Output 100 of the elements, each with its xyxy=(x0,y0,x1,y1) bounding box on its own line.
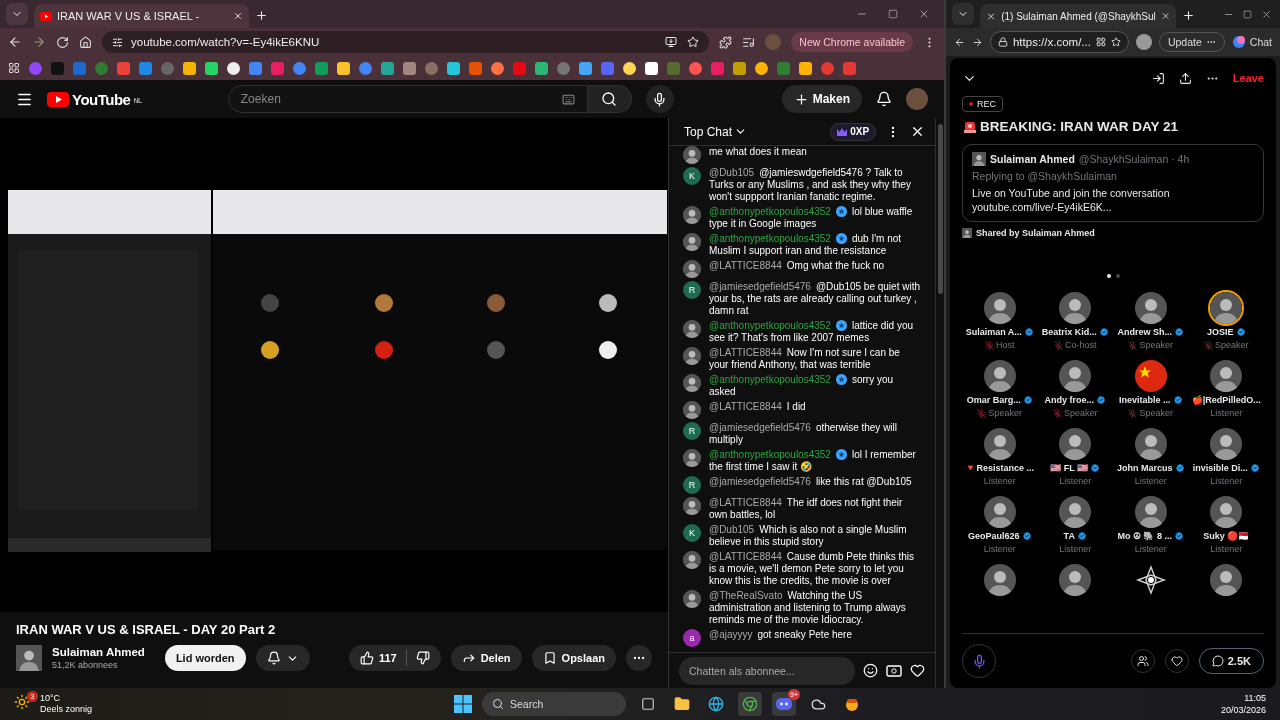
save-button[interactable]: Opslaan xyxy=(531,645,616,671)
chat-author[interactable]: @jamiesedgefield5476 xyxy=(709,475,811,487)
chat-author[interactable]: @anthonypetkopoulos4352 xyxy=(709,205,831,217)
avatar-ring[interactable] xyxy=(1059,496,1092,528)
avatar-ring[interactable] xyxy=(983,428,1016,460)
voice-search-button[interactable] xyxy=(645,85,674,113)
chat-author[interactable]: @LATTICE8844 xyxy=(709,400,782,412)
avatar-ring[interactable] xyxy=(1059,428,1092,460)
heart-icon[interactable] xyxy=(910,663,926,678)
people-button[interactable] xyxy=(1130,649,1155,673)
avatar-ring[interactable] xyxy=(1210,292,1243,324)
chat-message[interactable]: @LATTICE8844 Omg what the fuck no xyxy=(709,259,885,278)
chat-message[interactable]: @TheRealSvato Watching the US administration and listening to Trump always reminds me of the movie Idiocracy. xyxy=(709,589,922,626)
forward-icon[interactable] xyxy=(32,35,46,49)
reload-icon[interactable] xyxy=(56,35,69,49)
extensions-icon[interactable] xyxy=(719,35,733,49)
avatar-frame[interactable] xyxy=(1210,564,1243,596)
profile-avatar[interactable] xyxy=(1135,34,1152,50)
bookmark-icon[interactable] xyxy=(183,61,196,75)
chat-input[interactable]: Chatten als abonnee... xyxy=(679,656,856,685)
avatar-ring[interactable] xyxy=(1210,496,1243,528)
chat-mode-dropdown[interactable]: Top Chat xyxy=(684,124,748,139)
chat-message[interactable]: @LATTICE8844 The idf does not fight their own battles, lol xyxy=(709,496,922,521)
avatar-frame[interactable] xyxy=(1134,564,1167,596)
new-tab-icon[interactable] xyxy=(1182,9,1195,22)
chat-message[interactable]: @jamiesedgefield5476 like this rat @Dub105 xyxy=(709,475,912,494)
chat-author[interactable]: @LATTICE8844 xyxy=(709,259,782,271)
avatar-ring[interactable] xyxy=(1134,428,1167,460)
maximize-icon[interactable] xyxy=(888,9,898,19)
reaction-button[interactable] xyxy=(1164,649,1189,673)
avatar-ring[interactable] xyxy=(1059,360,1092,392)
chat-message[interactable]: @anthonypetkopoulos4352 lattice did you see it? That's from like 2007 memes xyxy=(709,319,922,344)
bookmark-icon[interactable] xyxy=(645,61,658,75)
bookmark-icon[interactable] xyxy=(733,61,746,75)
chat-author[interactable]: @LATTICE8844 xyxy=(709,346,782,358)
apps-icon[interactable] xyxy=(8,62,20,74)
chat-author[interactable]: @anthonypetkopoulos4352 xyxy=(709,373,831,385)
super-chat-icon[interactable] xyxy=(886,664,903,677)
scrollbar-thumb[interactable] xyxy=(937,124,943,294)
chat-message[interactable]: @ajayyyy got sneaky Pete here xyxy=(709,628,852,647)
new-tab-icon[interactable] xyxy=(255,9,268,22)
notification-button[interactable] xyxy=(255,645,310,671)
taskbar-search[interactable]: Search xyxy=(482,692,626,716)
chat-author[interactable]: @TheRealSvato xyxy=(709,589,783,601)
share-button[interactable]: Delen xyxy=(450,645,522,671)
copilot-chat-button[interactable]: Chat xyxy=(1231,32,1272,52)
join-button[interactable]: Lid worden xyxy=(164,645,246,671)
chat-author[interactable]: @anthonypetkopoulos4352 xyxy=(709,232,831,244)
like-button[interactable]: 117 xyxy=(348,645,441,671)
chat-message[interactable]: @LATTICE8844 Cause dumb Pete thinks this is a movie, we'll demon Pete sorry to let you know this is the credits, the movie is over xyxy=(709,550,922,587)
close-icon[interactable] xyxy=(233,11,243,21)
avatar-ring[interactable] xyxy=(983,496,1016,528)
favorite-icon[interactable] xyxy=(1110,37,1121,47)
address-bar[interactable]: https://x.com/... xyxy=(989,31,1129,53)
bookmark-star-icon[interactable] xyxy=(687,36,700,48)
xp-badge[interactable]: 0XP xyxy=(830,122,877,141)
minimize-space-icon[interactable] xyxy=(1151,71,1165,85)
browser-tab[interactable]: IRAN WAR V US & ISRAEL - xyxy=(34,4,249,28)
bookmark-icon[interactable] xyxy=(337,61,350,75)
browser-tab[interactable]: (1) Sulaiman Ahmed (@ShaykhSul xyxy=(980,4,1176,28)
avatar-ring[interactable] xyxy=(1134,360,1167,392)
channel-avatar[interactable] xyxy=(16,645,42,671)
install-icon[interactable] xyxy=(665,36,678,48)
avatar-frame[interactable] xyxy=(1059,564,1092,596)
bookmark-icon[interactable] xyxy=(227,61,240,75)
bookmark-icon[interactable] xyxy=(205,61,218,75)
chat-author[interactable]: @anthonypetkopoulos4352 xyxy=(709,448,831,460)
share-icon[interactable] xyxy=(1178,71,1192,85)
update-chrome-button[interactable]: New Chrome available xyxy=(791,32,913,52)
page-dot[interactable] xyxy=(1115,274,1120,278)
emoji-icon[interactable] xyxy=(863,663,879,678)
quoted-post[interactable]: Sulaiman Ahmed @ShaykhSulaiman · 4h Replying to @ShaykhSulaiman Live on YouTube and join the conversation youtube.com/live/-Ey4ikE6K... xyxy=(962,144,1264,222)
chat-message[interactable]: @anthonypetkopoulos4352 sorry you asked xyxy=(709,373,922,398)
start-icon[interactable] xyxy=(454,695,472,713)
avatar-ring[interactable] xyxy=(1210,428,1243,460)
chat-author[interactable]: @Dub105 xyxy=(709,166,755,178)
chat-author[interactable]: @Dub105 xyxy=(709,523,755,535)
chat-message[interactable]: me what does it mean xyxy=(709,146,807,164)
tab-list-button[interactable] xyxy=(6,3,28,25)
search-field[interactable]: Zoeken xyxy=(227,85,588,113)
avatar-ring[interactable] xyxy=(1210,360,1243,392)
avatar-frame[interactable] xyxy=(983,564,1016,596)
notifications-icon[interactable] xyxy=(876,91,892,107)
address-bar[interactable]: youtube.com/watch?v=-Ey4ikE6KNU xyxy=(102,31,710,53)
bookmark-icon[interactable] xyxy=(799,61,812,75)
bookmark-icon[interactable] xyxy=(755,61,768,75)
chat-message[interactable]: @LATTICE8844 I did xyxy=(709,400,806,419)
avatar-ring[interactable] xyxy=(1059,292,1092,324)
chat-message[interactable]: @Dub105 @jamieswdgefield5476 ? Talk to Turks or any Muslims , and ask they why they won't suppport Iranian fanatic regime. xyxy=(709,166,922,203)
chat-author[interactable]: @ajayyyy xyxy=(709,628,753,640)
media-icon[interactable] xyxy=(742,35,756,49)
chat-message[interactable]: @anthonypetkopoulos4352 dub I'm not Muslim I support iran and the resistance xyxy=(709,232,922,257)
chat-author[interactable]: @anthonypetkopoulos4352 xyxy=(709,319,831,331)
avatar-ring[interactable] xyxy=(983,360,1016,392)
page-dot[interactable] xyxy=(1106,274,1111,278)
post-link[interactable]: youtube.com/live/-Ey4ikE6K... xyxy=(972,200,1254,214)
chat-author[interactable]: @jamiesedgefield5476 xyxy=(709,280,811,292)
bookmark-icon[interactable] xyxy=(623,61,636,75)
avatar-ring[interactable] xyxy=(983,292,1016,324)
home-icon[interactable] xyxy=(79,35,92,49)
